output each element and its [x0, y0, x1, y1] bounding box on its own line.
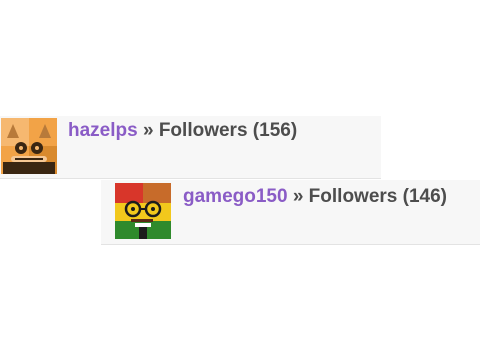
- followers-label: Followers: [308, 186, 398, 207]
- cat-avatar-icon: [1, 118, 57, 174]
- user-avatar-gamego150[interactable]: [115, 183, 171, 239]
- username-link[interactable]: gamego150: [183, 186, 288, 207]
- user-avatar-hazelps[interactable]: [1, 118, 57, 174]
- followers-heading: hazelps » Followers (156): [68, 121, 297, 140]
- username-link[interactable]: hazelps: [68, 120, 138, 141]
- follower-entry-hazelps: hazelps » Followers (156): [0, 116, 381, 179]
- breadcrumb-separator: »: [287, 186, 309, 207]
- followers-count: (146): [402, 186, 447, 207]
- followers-label: Followers: [158, 120, 248, 141]
- breadcrumb-separator: »: [137, 120, 159, 141]
- follower-entry-gamego150: gamego150 » Followers (146): [101, 180, 480, 245]
- followers-heading: gamego150 » Followers (146): [183, 187, 447, 206]
- nerd-avatar-icon: [115, 183, 171, 239]
- followers-count: (156): [252, 120, 298, 141]
